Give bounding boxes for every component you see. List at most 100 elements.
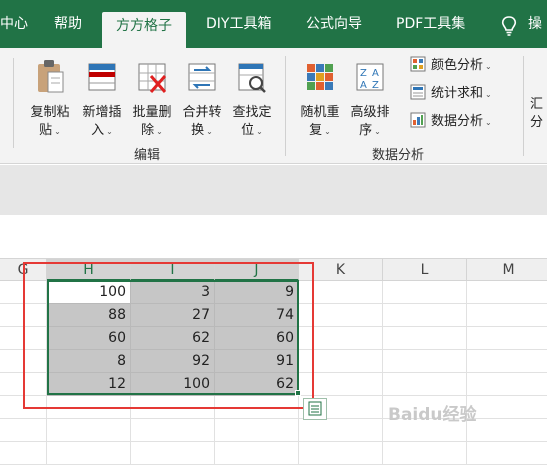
chevron-down-icon: ⌄	[485, 118, 492, 127]
highlight-annotation-box	[23, 262, 314, 409]
random-repeat-button[interactable]: 随机重 复 ⌄	[295, 58, 345, 141]
data-analysis-icon	[410, 112, 426, 128]
batch-delete-label-1: 批量删	[132, 105, 172, 120]
chevron-down-icon: ⌄	[256, 127, 263, 136]
summary-label-2: 分	[530, 115, 544, 130]
analysis-group-label: 数据分析	[372, 148, 425, 163]
copy-paste-label-1: 复制粘	[30, 105, 70, 120]
svg-text:A: A	[372, 68, 379, 79]
merge-convert-label-2: 换	[191, 123, 205, 138]
clipboard-icon	[38, 60, 64, 93]
edit-group-label: 编辑	[134, 148, 161, 163]
chevron-down-icon: ⌄	[206, 127, 213, 136]
tab-operation[interactable]: 操	[528, 14, 542, 48]
tab-diy-toolbox[interactable]: DIY工具箱	[206, 14, 271, 48]
grid-cell[interactable]	[383, 442, 467, 465]
chevron-down-icon: ⌄	[485, 62, 492, 71]
grid-cell[interactable]	[131, 419, 215, 442]
advanced-sort-label-1: 高级排	[350, 105, 390, 120]
toolbar-strip	[0, 165, 547, 215]
grid-cell[interactable]	[299, 419, 383, 442]
copy-paste-button[interactable]: 复制粘 贴 ⌄	[25, 58, 75, 141]
color-analysis-label: 颜色分析	[431, 58, 484, 73]
grid-cell[interactable]	[467, 350, 547, 373]
grid-cell[interactable]	[467, 327, 547, 350]
column-header-l[interactable]: L	[383, 259, 467, 281]
svg-text:Z: Z	[372, 80, 379, 91]
find-locate-icon	[238, 63, 266, 93]
data-analysis-menu[interactable]: 数据分析 ⌄	[410, 112, 492, 132]
formula-bar[interactable]	[0, 215, 547, 259]
grid-cell[interactable]	[0, 419, 47, 442]
sum-stats-icon	[410, 84, 426, 100]
random-repeat-label-2: 复	[309, 123, 323, 138]
grid-cell[interactable]	[467, 396, 547, 419]
chevron-down-icon: ⌄	[324, 127, 331, 136]
sum-stats-label: 统计求和	[431, 86, 484, 101]
merge-convert-label-1: 合并转	[182, 105, 222, 120]
chevron-down-icon: ⌄	[106, 127, 113, 136]
grid-cell[interactable]	[299, 442, 383, 465]
grid-cell[interactable]	[215, 442, 299, 465]
lightbulb-icon[interactable]	[500, 16, 518, 36]
color-analysis-menu[interactable]: 颜色分析 ⌄	[410, 56, 492, 76]
ribbon-left-divider	[0, 58, 14, 148]
chevron-down-icon: ⌄	[54, 127, 61, 136]
grid-cell[interactable]	[131, 442, 215, 465]
svg-text:Z: Z	[360, 68, 367, 79]
grid-cell[interactable]	[467, 442, 547, 465]
svg-text:A: A	[360, 80, 367, 91]
merge-convert-icon	[188, 63, 216, 91]
tab-formula-wizard[interactable]: 公式向导	[306, 14, 362, 48]
grid-cell[interactable]	[467, 304, 547, 327]
tab-fangfang[interactable]: 方方格子	[102, 12, 186, 48]
quick-analysis-button[interactable]	[303, 398, 327, 420]
insert-label-2: 入	[91, 123, 105, 138]
chevron-down-icon: ⌄	[485, 90, 492, 99]
insert-button[interactable]: 新增插 入 ⌄	[77, 58, 127, 141]
advanced-sort-button[interactable]: Z A A Z 高级排 序 ⌄	[345, 58, 395, 141]
grid-cell[interactable]	[383, 327, 467, 350]
group-divider	[285, 56, 286, 156]
chevron-down-icon: ⌄	[374, 127, 381, 136]
tab-center[interactable]: 中心	[0, 14, 28, 48]
grid-cell[interactable]	[467, 419, 547, 442]
grid-cell[interactable]	[467, 281, 547, 304]
batch-delete-button[interactable]: 批量删 除 ⌄	[127, 58, 177, 141]
watermark: Baidu经验	[388, 405, 477, 425]
chevron-down-icon: ⌄	[156, 127, 163, 136]
batch-delete-label-2: 除	[141, 123, 155, 138]
tab-help[interactable]: 帮助	[54, 14, 82, 48]
grid-cell[interactable]	[47, 442, 131, 465]
advanced-sort-icon: Z A A Z	[356, 63, 384, 91]
advanced-sort-label-2: 序	[359, 123, 373, 138]
tab-pdf-tools[interactable]: PDF工具集	[396, 14, 465, 48]
copy-paste-label-2: 贴	[39, 123, 53, 138]
grid-cell[interactable]	[383, 281, 467, 304]
grid-cell[interactable]	[215, 419, 299, 442]
quick-analysis-icon	[308, 401, 322, 416]
data-analysis-label: 数据分析	[431, 114, 484, 129]
sum-stats-menu[interactable]: 统计求和 ⌄	[410, 84, 492, 104]
grid-cell[interactable]	[47, 419, 131, 442]
find-locate-label-2: 位	[241, 123, 255, 138]
grid-cell[interactable]	[0, 442, 47, 465]
color-analysis-icon	[410, 56, 426, 72]
find-locate-button[interactable]: 查找定 位 ⌄	[227, 58, 277, 141]
ribbon-tab-bar: 中心 帮助 方方格子 DIY工具箱 公式向导 PDF工具集 操	[0, 0, 547, 48]
column-header-m[interactable]: M	[467, 259, 547, 281]
random-repeat-label-1: 随机重	[300, 105, 340, 120]
grid-cell[interactable]	[383, 373, 467, 396]
random-repeat-icon	[307, 64, 333, 90]
summary-label-1: 汇	[530, 97, 544, 112]
insert-row-icon	[88, 63, 116, 91]
group-divider	[523, 56, 524, 156]
grid-cell[interactable]	[383, 304, 467, 327]
grid-cell[interactable]	[467, 373, 547, 396]
ribbon-panel: 复制粘 贴 ⌄ 新增插 入 ⌄ 批量删 除 ⌄ 合并转 换 ⌄ 查找定 位 ⌄ …	[0, 48, 547, 164]
merge-convert-button[interactable]: 合并转 换 ⌄	[177, 58, 227, 141]
delete-grid-icon	[138, 63, 167, 93]
summary-button[interactable]: 汇 分	[530, 96, 547, 132]
insert-label-1: 新增插	[82, 105, 122, 120]
grid-cell[interactable]	[383, 350, 467, 373]
